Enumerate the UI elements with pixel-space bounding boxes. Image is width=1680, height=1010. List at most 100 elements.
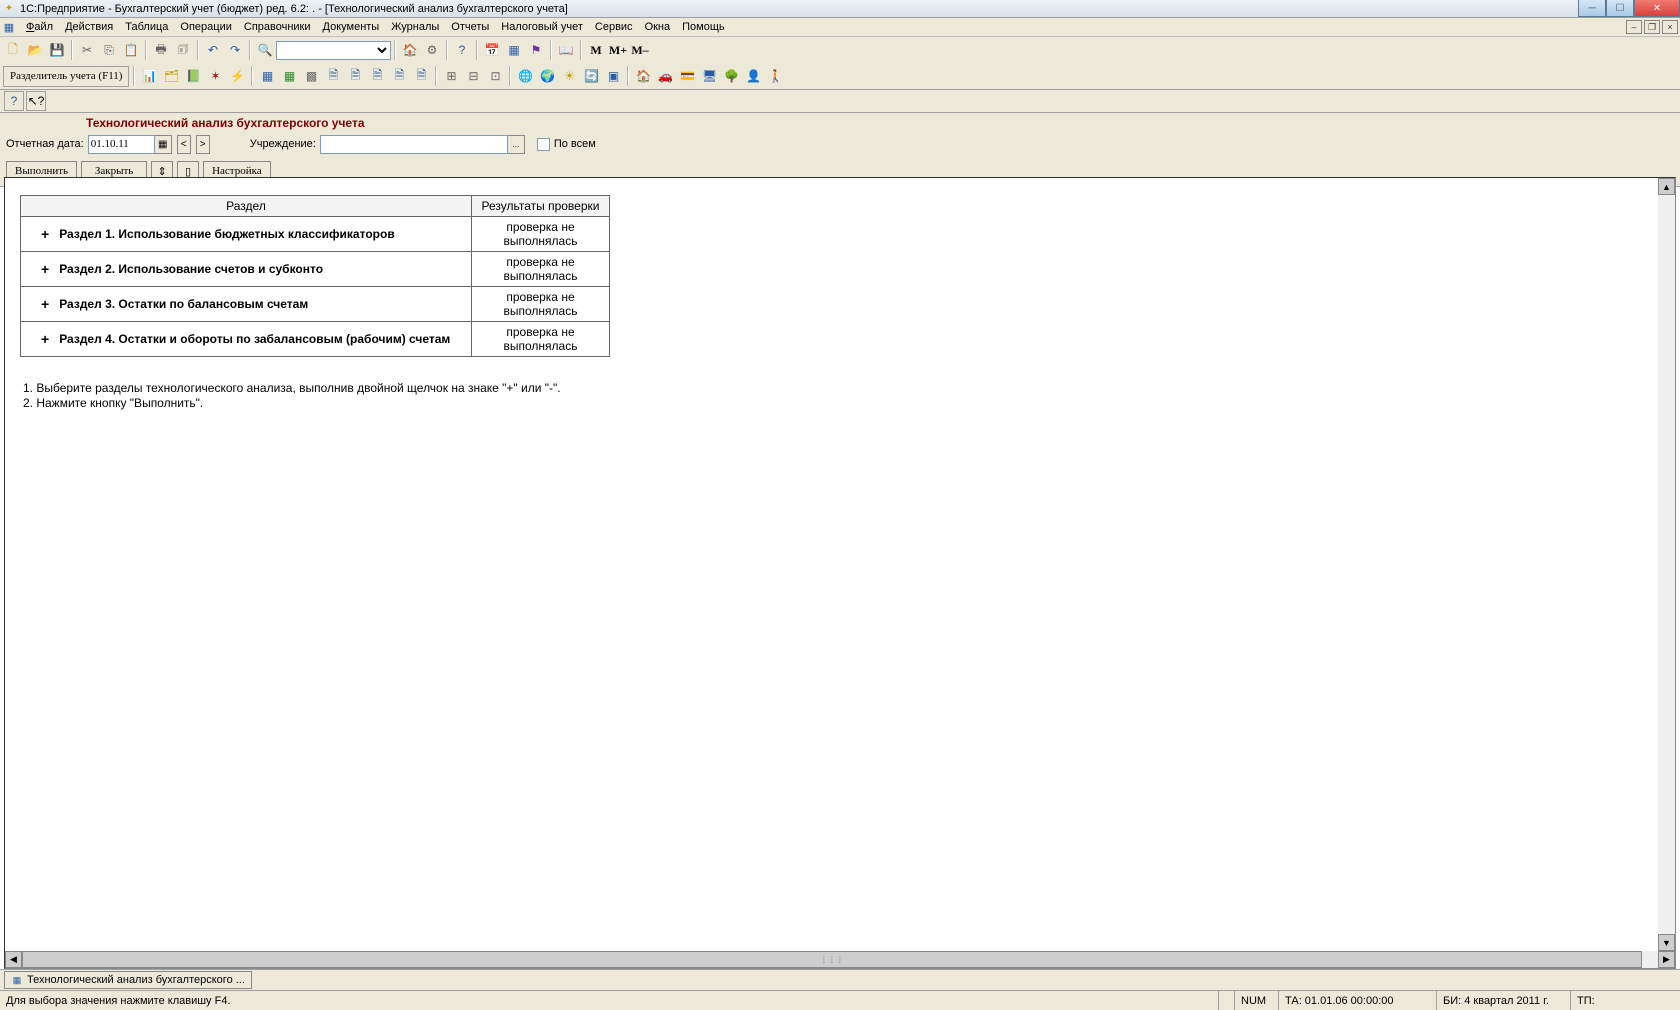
redo-icon[interactable]: ↷: [225, 40, 245, 60]
date-input[interactable]: [88, 135, 155, 154]
expand-icon[interactable]: +: [41, 331, 49, 347]
tree-icon[interactable]: 🌳: [721, 66, 741, 86]
close-button[interactable]: ✕: [1634, 0, 1680, 17]
home-icon[interactable]: 🏠: [400, 40, 420, 60]
print-preview-icon[interactable]: 🗊: [173, 40, 193, 60]
window-tab[interactable]: ▦ Технологический анализ бухгалтерского …: [4, 971, 252, 989]
maximize-button[interactable]: ☐: [1606, 0, 1634, 17]
paste-icon[interactable]: 📋: [121, 40, 141, 60]
undo-icon[interactable]: ↶: [203, 40, 223, 60]
doc3-icon[interactable]: 🗎: [367, 66, 387, 86]
menu-help[interactable]: Помощь: [676, 21, 731, 33]
computer-icon[interactable]: 🖥: [699, 66, 719, 86]
mdi-minimize-button[interactable]: –: [1626, 20, 1642, 34]
cube-icon[interactable]: ▣: [603, 66, 623, 86]
book-icon[interactable]: 📖: [556, 40, 576, 60]
scroll-down-button[interactable]: ▼: [1658, 934, 1675, 951]
find-icon[interactable]: 🔍: [255, 40, 275, 60]
book2-icon[interactable]: 📗: [183, 66, 203, 86]
walk-icon[interactable]: 🚶: [765, 66, 785, 86]
doc5-icon[interactable]: 🗎: [411, 66, 431, 86]
account-separator-button[interactable]: Разделитель учета (F11): [3, 66, 129, 87]
search-combo[interactable]: [276, 41, 391, 60]
settings-icon[interactable]: ⚙: [422, 40, 442, 60]
all-checkbox-label: По всем: [554, 138, 596, 150]
hscroll-track[interactable]: ⋮⋮⋮: [22, 951, 1658, 968]
globe2-icon[interactable]: 🌍: [537, 66, 557, 86]
calendar-button[interactable]: ▦: [155, 135, 172, 154]
person-icon[interactable]: 👤: [743, 66, 763, 86]
grid1-icon[interactable]: ▦: [257, 66, 277, 86]
new-doc-icon[interactable]: 🗋: [3, 40, 23, 60]
open-icon[interactable]: 📂: [25, 40, 45, 60]
all-checkbox[interactable]: [537, 138, 550, 151]
refresh-icon[interactable]: 🔄: [581, 66, 601, 86]
vertical-scrollbar[interactable]: ▲ ▼: [1658, 178, 1675, 951]
menu-journals[interactable]: Журналы: [385, 21, 445, 33]
menu-actions[interactable]: Действия: [59, 21, 119, 33]
mdi-restore-button[interactable]: ❐: [1644, 20, 1660, 34]
scroll-left-button[interactable]: ◀: [5, 951, 22, 968]
menu-table[interactable]: Таблица: [119, 21, 174, 33]
horizontal-scrollbar[interactable]: ◀ ⋮⋮⋮ ▶: [5, 951, 1675, 968]
doc2-icon[interactable]: 🗎: [345, 66, 365, 86]
hscroll-thumb[interactable]: ⋮⋮⋮: [22, 951, 1642, 968]
vscroll-track[interactable]: [1658, 195, 1675, 934]
menu-docs[interactable]: Документы: [317, 21, 386, 33]
menu-tax[interactable]: Налоговый учет: [495, 21, 589, 33]
doc1-icon[interactable]: 🗎: [323, 66, 343, 86]
calendar-icon[interactable]: 📅: [482, 40, 502, 60]
house-icon[interactable]: 🏠: [633, 66, 653, 86]
cut-icon[interactable]: ✂: [77, 40, 97, 60]
toolbar-separator: [394, 40, 396, 60]
grid2-icon[interactable]: ▦: [279, 66, 299, 86]
date-prev-button[interactable]: <: [177, 135, 191, 154]
period-icon[interactable]: ▦: [504, 40, 524, 60]
chart-icon[interactable]: 📊: [139, 66, 159, 86]
context-help-icon[interactable]: ?: [4, 91, 24, 111]
help-icon[interactable]: ?: [452, 40, 472, 60]
expand-icon[interactable]: +: [41, 226, 49, 242]
table-row: +Раздел 2. Использование счетов и субкон…: [21, 252, 610, 287]
date-next-button[interactable]: >: [196, 135, 210, 154]
menu-file[interactable]: Файл: [20, 21, 59, 33]
menu-service[interactable]: Сервис: [589, 21, 639, 33]
flag-icon[interactable]: ⚑: [526, 40, 546, 60]
institution-pick-button[interactable]: ...: [508, 135, 525, 154]
menu-windows[interactable]: Окна: [639, 21, 677, 33]
menu-operations[interactable]: Операции: [174, 21, 237, 33]
whatsthis-icon[interactable]: ↖?: [26, 91, 46, 111]
mem-m-button[interactable]: M: [586, 40, 606, 60]
institution-input[interactable]: [320, 135, 508, 154]
expand-icon[interactable]: +: [41, 296, 49, 312]
toolbar-separator: [476, 40, 478, 60]
grid3-icon[interactable]: ▩: [301, 66, 321, 86]
layout1-icon[interactable]: ⊞: [441, 66, 461, 86]
menu-reports[interactable]: Отчеты: [445, 21, 495, 33]
lightning-icon[interactable]: ⚡: [227, 66, 247, 86]
print-icon[interactable]: 🖶: [151, 40, 171, 60]
menu-refs[interactable]: Справочники: [238, 21, 317, 33]
all-checkbox-group: По всем: [537, 138, 596, 151]
doc4-icon[interactable]: 🗎: [389, 66, 409, 86]
card-icon[interactable]: 💳: [677, 66, 697, 86]
globe1-icon[interactable]: 🌐: [515, 66, 535, 86]
star-icon[interactable]: ✶: [205, 66, 225, 86]
title-app: 1С:Предприятие - Бухгалтерский учет (бюд…: [20, 3, 309, 15]
instruction-line-2: 2. Нажмите кнопку "Выполнить".: [23, 396, 1675, 411]
scroll-right-button[interactable]: ▶: [1658, 951, 1675, 968]
layout2-icon[interactable]: ⊟: [463, 66, 483, 86]
save-icon[interactable]: 💾: [47, 40, 67, 60]
section-result: проверка не выполнялась: [472, 252, 610, 287]
sun-icon[interactable]: ☀: [559, 66, 579, 86]
mdi-close-button[interactable]: ×: [1662, 20, 1678, 34]
folder-icon[interactable]: 🗂: [161, 66, 181, 86]
minimize-button[interactable]: ─: [1578, 0, 1606, 17]
layout3-icon[interactable]: ⊡: [485, 66, 505, 86]
expand-icon[interactable]: +: [41, 261, 49, 277]
car-icon[interactable]: 🚗: [655, 66, 675, 86]
scroll-up-button[interactable]: ▲: [1658, 178, 1675, 195]
mem-mplus-button[interactable]: M+: [608, 40, 628, 60]
copy-icon[interactable]: ⎘: [99, 40, 119, 60]
mem-mminus-button[interactable]: M–: [630, 40, 650, 60]
